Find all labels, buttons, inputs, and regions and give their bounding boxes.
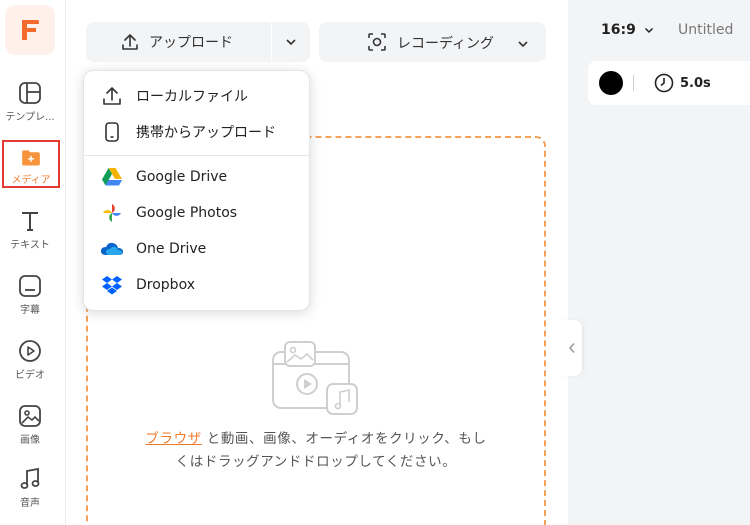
upload-button-label: アップロード [149, 35, 233, 51]
dropzone-text-line2: くはドラッグアンドドロップしてください。 [175, 454, 457, 470]
menu-item-label: Google Photos [136, 205, 238, 221]
duration-control[interactable]: 5.0s [654, 73, 711, 93]
chevron-down-icon [518, 41, 528, 48]
sidebar-item-label: 音声 [20, 498, 40, 509]
menu-item-label: One Drive [136, 241, 207, 257]
menu-item-dropbox[interactable]: Dropbox [84, 268, 311, 302]
menu-item-onedrive[interactable]: One Drive [84, 232, 311, 266]
menu-divider [84, 155, 311, 156]
sidebar-item-media[interactable]: メディア [2, 140, 60, 188]
sidebar-item-label: 字幕 [20, 305, 40, 316]
phone-icon [105, 122, 119, 142]
app-logo[interactable] [5, 5, 55, 55]
aspect-ratio-value: 16:9 [601, 22, 636, 38]
divider [633, 75, 634, 91]
sidebar-item-label: テンプレ... [5, 112, 55, 123]
menu-item-phone-upload[interactable]: 携帯からアップロード [84, 115, 311, 149]
chevron-down-icon [644, 27, 653, 33]
menu-item-local-file[interactable]: ローカルファイル [84, 79, 311, 113]
sidebar-item-audio[interactable]: 音声 [0, 466, 60, 518]
menu-item-label: Google Drive [136, 169, 228, 185]
sidebar-item-subtitles[interactable]: 字幕 [0, 273, 60, 325]
dropzone-text-line1: と動画、画像、オーディオをクリック、もし [201, 431, 487, 447]
scene-settings-bar: 5.0s [588, 61, 750, 105]
recording-button[interactable]: レコーディング [319, 22, 546, 62]
upload-icon [103, 87, 121, 105]
upload-button[interactable]: アップロード [86, 22, 271, 62]
sidebar-item-templates[interactable]: テンプレ... [0, 80, 60, 132]
media-illustration-icon [272, 341, 358, 415]
panel-collapse-handle[interactable] [562, 320, 582, 376]
recording-button-label: レコーディング [397, 36, 495, 52]
video-icon [19, 340, 41, 362]
menu-item-label: ローカルファイル [136, 89, 248, 105]
background-color-swatch[interactable] [599, 71, 623, 95]
google-drive-icon [102, 168, 122, 186]
onedrive-icon [101, 242, 123, 255]
duration-value: 5.0s [680, 75, 711, 91]
menu-item-google-drive[interactable]: Google Drive [84, 160, 311, 194]
menu-item-label: Dropbox [136, 277, 195, 293]
clock-icon [654, 73, 674, 93]
google-photos-icon [103, 204, 121, 222]
chevron-down-icon [286, 39, 296, 46]
project-title[interactable]: Untitled [678, 22, 733, 38]
sidebar-item-label: テキスト [10, 240, 50, 251]
browse-link[interactable]: ブラウザ [145, 431, 201, 447]
sidebar-item-label: ビデオ [15, 370, 45, 381]
media-folder-icon [22, 150, 40, 166]
aspect-ratio-select[interactable]: 16:9 [601, 22, 654, 38]
upload-source-menu: ローカルファイル 携帯からアップロード Google Drive Google … [83, 70, 311, 311]
dropbox-icon [102, 276, 122, 295]
right-panel: 16:9 Untitled 5.0s [569, 0, 750, 525]
dropzone-instructions: ブラウザ と動画、画像、オーディオをクリック、もし くはドラッグアンドドロップし… [106, 428, 526, 474]
template-icon [19, 82, 41, 104]
sidebar-item-label: 画像 [20, 435, 40, 446]
subtitle-icon [19, 275, 41, 297]
left-sidebar: テンプレ... メディア テキスト 字幕 ビデオ 画像 音声 [0, 0, 66, 525]
sidebar-item-video[interactable]: ビデオ [0, 338, 60, 390]
audio-icon [20, 467, 40, 489]
record-icon [368, 33, 386, 51]
image-icon [19, 405, 41, 427]
logo-f-icon [22, 20, 39, 40]
menu-item-label: 携帯からアップロード [136, 125, 276, 141]
text-icon [22, 212, 38, 231]
upload-icon [122, 34, 138, 50]
chevron-left-icon [568, 343, 575, 353]
upload-dropdown-toggle[interactable] [272, 22, 310, 62]
sidebar-item-images[interactable]: 画像 [0, 403, 60, 455]
menu-item-google-photos[interactable]: Google Photos [84, 196, 311, 230]
sidebar-item-text[interactable]: テキスト [0, 208, 60, 260]
sidebar-item-label: メディア [11, 175, 51, 186]
